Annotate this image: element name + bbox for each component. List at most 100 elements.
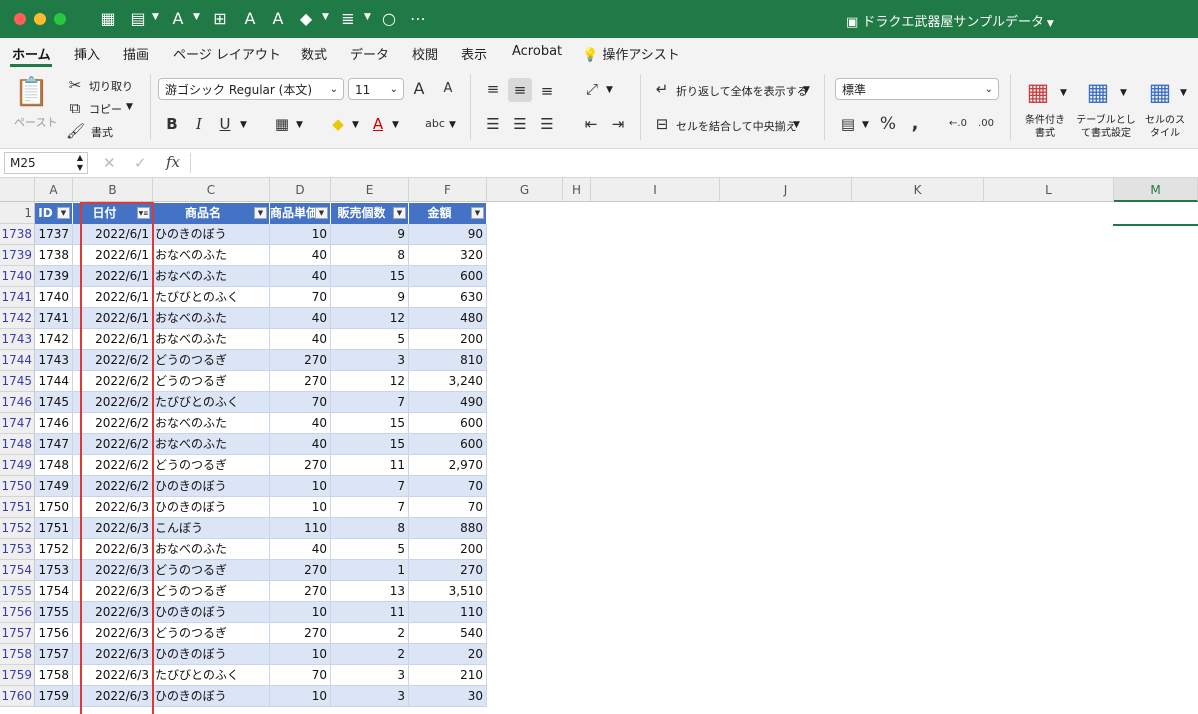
- cell-unit-price[interactable]: 40: [270, 245, 331, 266]
- cell-unit-price[interactable]: 10: [270, 497, 331, 518]
- cell-date[interactable]: 2022/6/3: [73, 623, 153, 644]
- row-header[interactable]: 1756: [0, 602, 35, 623]
- cell-amount[interactable]: 600: [409, 266, 487, 287]
- filter-dropdown-icon[interactable]: ▼: [254, 207, 267, 219]
- align-right-icon[interactable]: ☰: [536, 114, 558, 134]
- cell-unit-price[interactable]: 70: [270, 392, 331, 413]
- cell-amount[interactable]: 3,510: [409, 581, 487, 602]
- cell-item-name[interactable]: どうのつるぎ: [153, 560, 270, 581]
- tab-formulas[interactable]: 数式: [301, 44, 327, 63]
- column-header-k[interactable]: K: [852, 178, 984, 202]
- table-icon[interactable]: ▤: [128, 9, 148, 29]
- column-header-b[interactable]: B: [73, 178, 153, 202]
- format-as-table-icon[interactable]: ▦: [1082, 78, 1114, 106]
- filter-dropdown-icon[interactable]: ▼: [471, 207, 484, 219]
- cell-date[interactable]: 2022/6/2: [73, 476, 153, 497]
- cell-id[interactable]: 1750: [35, 497, 73, 518]
- cell-amount[interactable]: 810: [409, 350, 487, 371]
- formula-input[interactable]: [200, 149, 1190, 177]
- cell-date[interactable]: 2022/6/2: [73, 434, 153, 455]
- chevron-down-icon[interactable]: ▼: [193, 12, 200, 22]
- cell-unit-price[interactable]: 70: [270, 287, 331, 308]
- cell-amount[interactable]: 3,240: [409, 371, 487, 392]
- cell-amount[interactable]: 630: [409, 287, 487, 308]
- filter-dropdown-icon[interactable]: ▼: [315, 207, 328, 219]
- cell-date[interactable]: 2022/6/1: [73, 266, 153, 287]
- cell-item-name[interactable]: ひのきのぼう: [153, 644, 270, 665]
- row-header[interactable]: 1743: [0, 329, 35, 350]
- cell-id[interactable]: 1758: [35, 665, 73, 686]
- cell-date[interactable]: 2022/6/2: [73, 413, 153, 434]
- cell-id[interactable]: 1742: [35, 329, 73, 350]
- decrease-font-icon[interactable]: A: [268, 9, 288, 29]
- format-painter-button[interactable]: 書式: [91, 124, 113, 140]
- tab-page-layout[interactable]: ページ レイアウト: [173, 44, 281, 63]
- wrap-text-icon[interactable]: ↵: [652, 79, 672, 99]
- column-header-d[interactable]: D: [270, 178, 331, 202]
- cell-date[interactable]: 2022/6/2: [73, 392, 153, 413]
- cell-date[interactable]: 2022/6/3: [73, 560, 153, 581]
- paste-button[interactable]: ペースト: [14, 114, 57, 130]
- cell-unit-price[interactable]: 110: [270, 518, 331, 539]
- cell-amount[interactable]: 2,970: [409, 455, 487, 476]
- cell-date[interactable]: 2022/6/1: [73, 287, 153, 308]
- chevron-down-icon[interactable]: ▼: [606, 85, 613, 95]
- cell-item-name[interactable]: おなべのふた: [153, 245, 270, 266]
- filter-active-icon[interactable]: ▼≡: [137, 207, 150, 219]
- row-header[interactable]: 1755: [0, 581, 35, 602]
- accounting-format-icon[interactable]: ▤: [838, 114, 858, 134]
- cell-id[interactable]: 1747: [35, 434, 73, 455]
- fill-color-icon[interactable]: ◆: [328, 114, 348, 134]
- conditional-format-button[interactable]: 条件付き書式: [1022, 114, 1068, 140]
- cell-id[interactable]: 1743: [35, 350, 73, 371]
- name-box[interactable]: M25 ▲ ▼: [4, 152, 88, 174]
- cell-unit-price[interactable]: 40: [270, 434, 331, 455]
- row-header[interactable]: 1744: [0, 350, 35, 371]
- cell-item-name[interactable]: おなべのふた: [153, 539, 270, 560]
- cell-quantity[interactable]: 3: [331, 350, 409, 371]
- cell-quantity[interactable]: 11: [331, 455, 409, 476]
- cell-styles-icon[interactable]: ▦: [1144, 78, 1176, 106]
- cell-id[interactable]: 1754: [35, 581, 73, 602]
- cancel-icon[interactable]: ✕: [103, 154, 116, 172]
- stepper-icon[interactable]: ▲ ▼: [77, 153, 83, 173]
- increase-font-size-icon[interactable]: A: [409, 79, 429, 99]
- cell-unit-price[interactable]: 40: [270, 413, 331, 434]
- cell-date[interactable]: 2022/6/1: [73, 224, 153, 245]
- cell-id[interactable]: 1746: [35, 413, 73, 434]
- cell-id[interactable]: 1756: [35, 623, 73, 644]
- cell-styles-button[interactable]: セルのスタイル: [1142, 114, 1188, 140]
- minimize-window-button[interactable]: [34, 13, 46, 25]
- chevron-down-icon[interactable]: ▼: [364, 12, 371, 22]
- column-header-i[interactable]: I: [591, 178, 720, 202]
- cell-quantity[interactable]: 5: [331, 329, 409, 350]
- column-header-a[interactable]: A: [35, 178, 73, 202]
- cell-date[interactable]: 2022/6/3: [73, 539, 153, 560]
- column-header-g[interactable]: G: [487, 178, 563, 202]
- cell-item-name[interactable]: おなべのふた: [153, 308, 270, 329]
- column-header-e[interactable]: E: [331, 178, 409, 202]
- cell-quantity[interactable]: 3: [331, 665, 409, 686]
- cell-amount[interactable]: 20: [409, 644, 487, 665]
- cell-item-name[interactable]: おなべのふた: [153, 434, 270, 455]
- cell-unit-price[interactable]: 10: [270, 686, 331, 707]
- percent-style-icon[interactable]: %: [878, 114, 898, 134]
- cell-id[interactable]: 1757: [35, 644, 73, 665]
- copy-icon[interactable]: ⧉: [66, 98, 84, 118]
- format-painter-icon[interactable]: 🖌: [66, 121, 85, 141]
- font-color-icon[interactable]: A: [168, 9, 188, 29]
- cell-amount[interactable]: 600: [409, 434, 487, 455]
- cell-id[interactable]: 1752: [35, 539, 73, 560]
- cell-date[interactable]: 2022/6/3: [73, 686, 153, 707]
- cell-quantity[interactable]: 12: [331, 371, 409, 392]
- cell-amount[interactable]: 270: [409, 560, 487, 581]
- decrease-decimal-icon[interactable]: .00: [974, 114, 998, 134]
- cell-id[interactable]: 1748: [35, 455, 73, 476]
- tab-data[interactable]: データ: [350, 44, 389, 63]
- cell-item-name[interactable]: たびびとのふく: [153, 665, 270, 686]
- cell-date[interactable]: 2022/6/3: [73, 581, 153, 602]
- cell-amount[interactable]: 320: [409, 245, 487, 266]
- cell-item-name[interactable]: ひのきのぼう: [153, 224, 270, 245]
- cell-unit-price[interactable]: 270: [270, 371, 331, 392]
- cell-amount[interactable]: 200: [409, 329, 487, 350]
